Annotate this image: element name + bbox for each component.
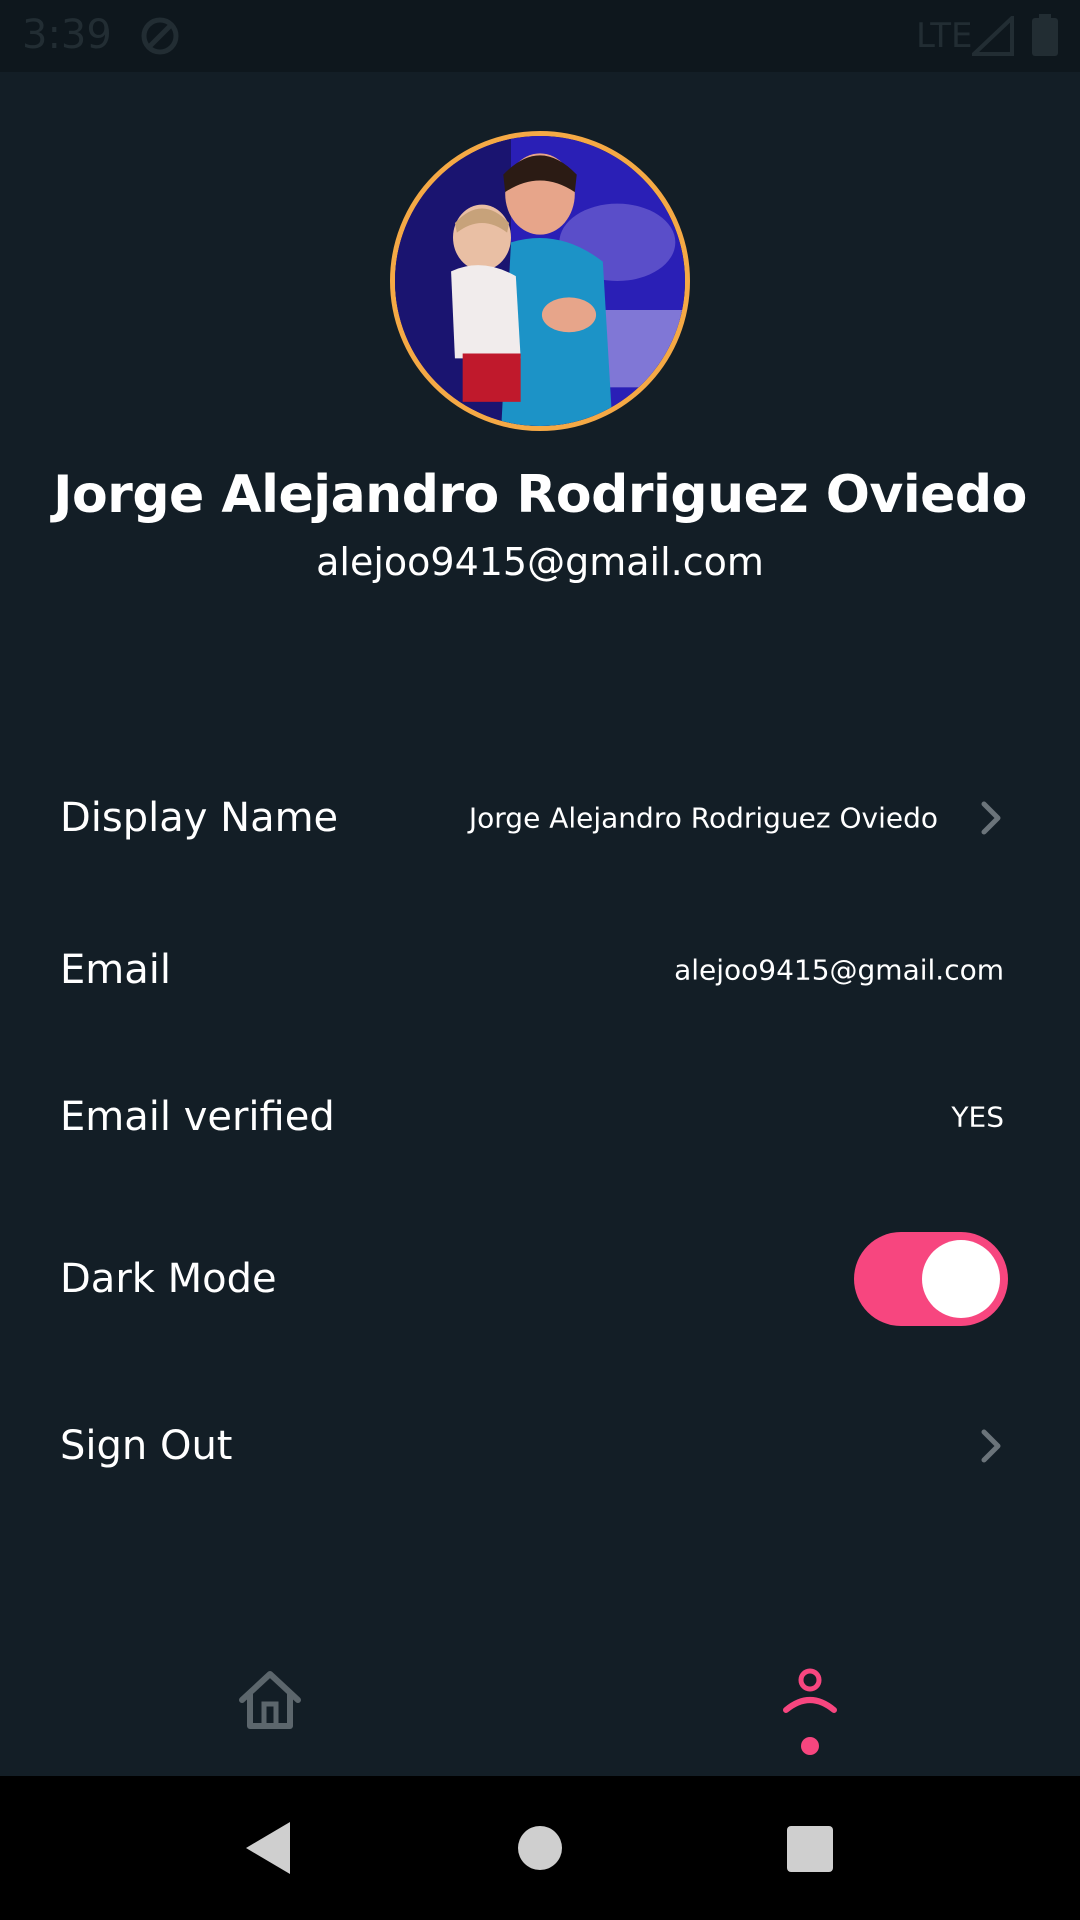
email-row: Email alejoo9415@gmail.com (0, 910, 1080, 1030)
dark-mode-toggle[interactable] (854, 1232, 1008, 1326)
chevron-right-icon (981, 1429, 1001, 1463)
profile-icon[interactable] (782, 1668, 838, 1758)
home-button[interactable] (518, 1826, 562, 1870)
recents-button[interactable] (787, 1826, 833, 1872)
chevron-right-icon (981, 801, 1001, 835)
sync-icon (141, 17, 179, 55)
profile-email: alejoo9415@gmail.com (316, 540, 764, 584)
back-icon[interactable] (244, 1820, 292, 1876)
bottom-navigation (0, 1640, 1080, 1776)
display-name-label: Display Name (60, 795, 339, 841)
display-name-row[interactable]: Display Name Jorge Alejandro Rodriguez O… (0, 758, 1080, 878)
email-value: alejoo9415@gmail.com (674, 953, 1004, 987)
network-type: LTE (916, 16, 973, 56)
profile-name: Jorge Alejandro Rodriguez Oviedo (53, 465, 1027, 525)
home-icon[interactable] (238, 1670, 302, 1730)
email-label: Email (60, 947, 171, 993)
toggle-knob (922, 1240, 1000, 1318)
email-verified-row: Email verified YES (0, 1057, 1080, 1177)
avatar-photo (395, 136, 685, 426)
status-time: 3:39 (22, 12, 112, 58)
email-verified-label: Email verified (60, 1094, 335, 1140)
profile-screen: 3:39 LTE Jorge Alejandro Rodriguez Ovied… (0, 0, 1080, 1920)
sign-out-label: Sign Out (60, 1423, 233, 1469)
status-bar: 3:39 LTE (0, 0, 1080, 72)
sign-out-row[interactable]: Sign Out (0, 1386, 1080, 1506)
signal-icon (972, 16, 1014, 56)
avatar[interactable] (390, 131, 690, 431)
display-name-value: Jorge Alejandro Rodriguez Oviedo (468, 801, 938, 835)
battery-icon (1032, 14, 1058, 56)
dark-mode-label: Dark Mode (60, 1256, 277, 1302)
email-verified-value: YES (951, 1100, 1004, 1134)
system-navigation-bar (0, 1776, 1080, 1920)
dark-mode-row: Dark Mode (0, 1219, 1080, 1339)
